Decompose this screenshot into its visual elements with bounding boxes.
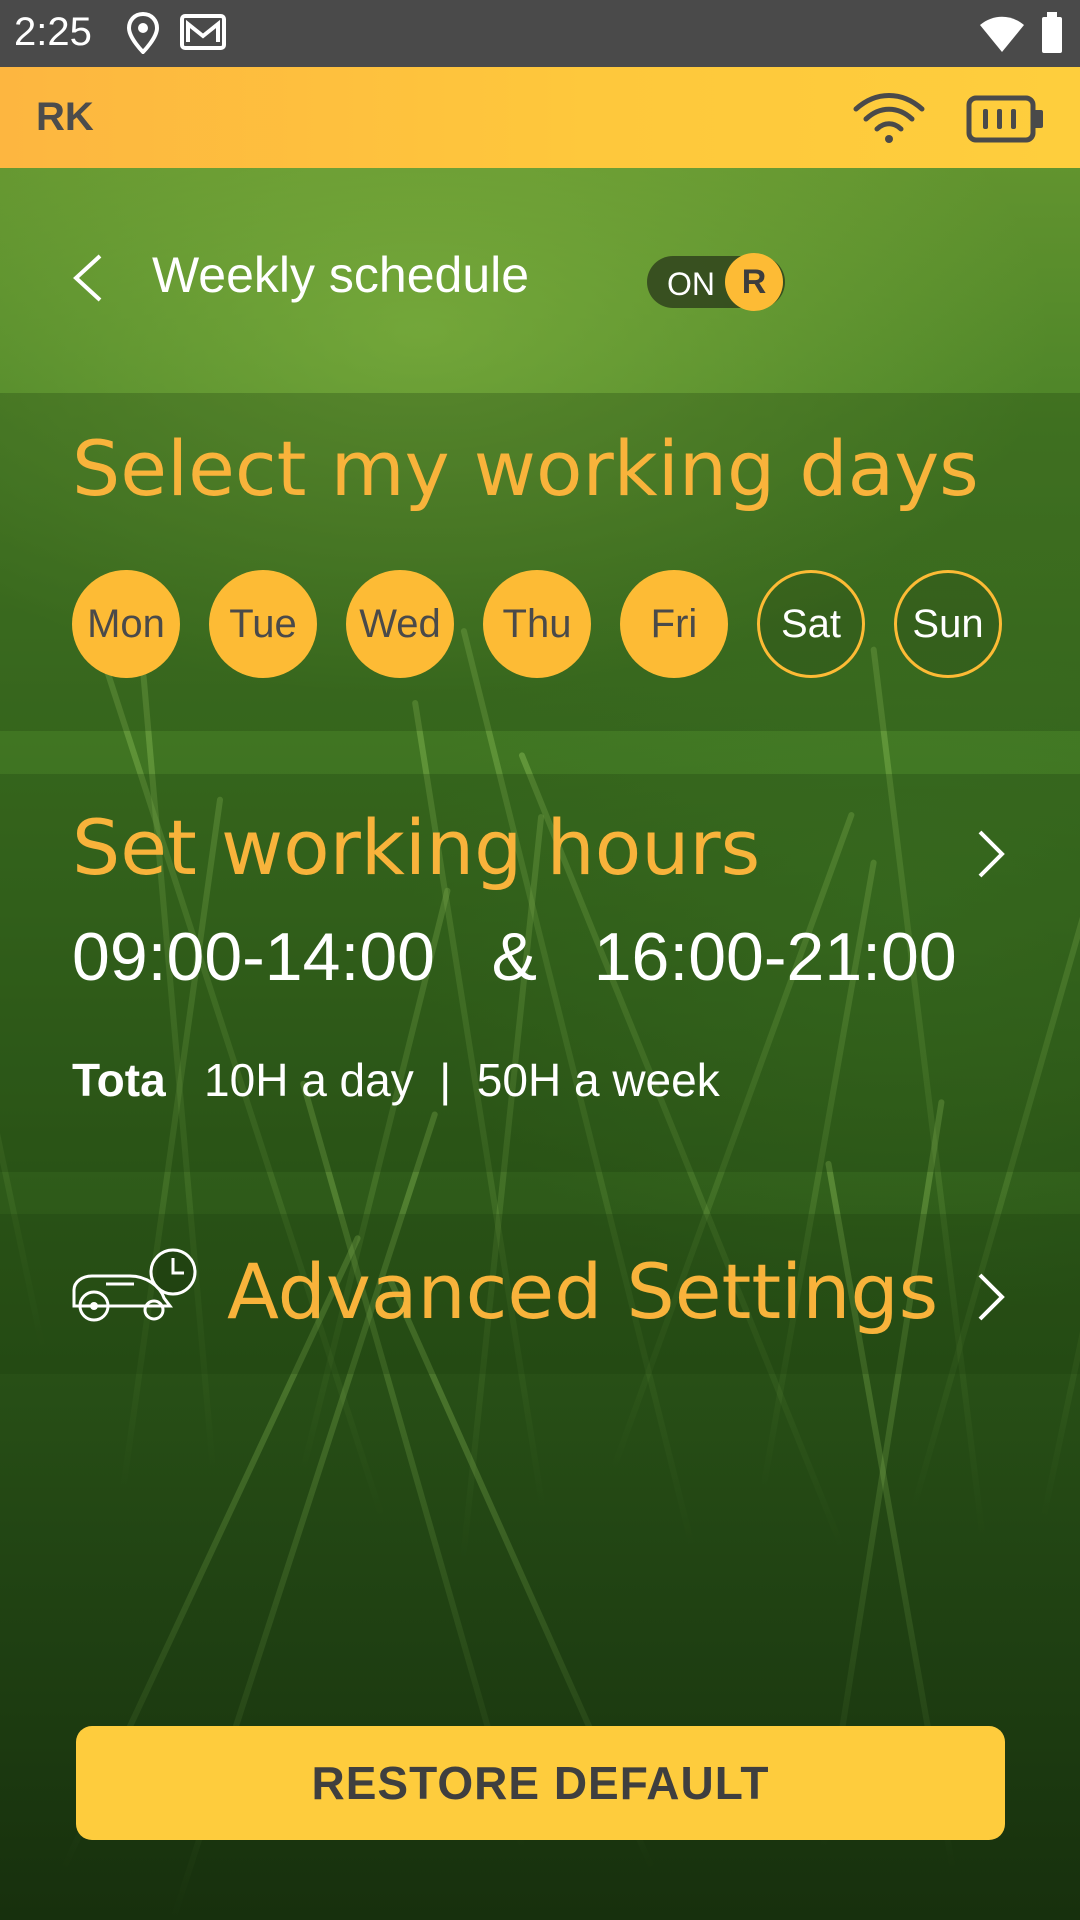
day-label: Thu (502, 601, 572, 646)
advanced-settings-title: Advanced Settings (227, 1247, 939, 1336)
day-label: Mon (87, 601, 165, 646)
total-value: 10H a day | 50H a week (165, 1054, 720, 1106)
day-sat[interactable]: Sat (757, 570, 865, 678)
day-wed[interactable]: Wed (346, 570, 454, 678)
working-hours-total: Tota 10H a day | 50H a week (72, 1053, 720, 1107)
battery-icon (1040, 12, 1064, 59)
working-time-ranges: 09:00-14:00 & 16:00-21:00 (72, 919, 957, 995)
battery-icon (966, 95, 1046, 148)
status-time: 2:25 (14, 10, 92, 54)
chevron-right-icon[interactable] (976, 829, 1006, 879)
day-label: Sun (912, 601, 984, 646)
mower-clock-icon (70, 1246, 200, 1326)
day-sun[interactable]: Sun (894, 570, 1002, 678)
total-label: Tota (72, 1054, 166, 1106)
day-label: Tue (229, 601, 297, 646)
back-arrow-icon[interactable] (70, 252, 106, 304)
chevron-right-icon[interactable] (976, 1272, 1006, 1322)
day-thu[interactable]: Thu (483, 570, 591, 678)
status-bar: 2:25 (0, 0, 1080, 67)
day-tue[interactable]: Tue (209, 570, 317, 678)
toggle-knob-logo: R (725, 253, 783, 311)
screen: 2:25 RK Weekly schedule ON R Select my w… (0, 0, 1080, 1920)
app-header: RK (0, 67, 1080, 168)
page-title: Weekly schedule (152, 247, 530, 303)
day-mon[interactable]: Mon (72, 570, 180, 678)
brand-logo: RK (36, 95, 94, 139)
wifi-icon (852, 91, 926, 150)
working-days-title: Select my working days (72, 424, 979, 513)
wifi-icon (978, 14, 1026, 59)
location-icon (126, 11, 160, 59)
day-fri[interactable]: Fri (620, 570, 728, 678)
gmail-icon (180, 12, 226, 57)
toggle-label: ON (667, 266, 715, 302)
day-label: Fri (650, 601, 698, 646)
schedule-toggle[interactable]: ON R (647, 253, 785, 311)
day-label: Wed (359, 601, 441, 646)
restore-default-button[interactable]: RESTORE DEFAULT (76, 1726, 1005, 1840)
working-hours-title: Set working hours (72, 803, 761, 892)
day-label: Sat (780, 601, 842, 646)
